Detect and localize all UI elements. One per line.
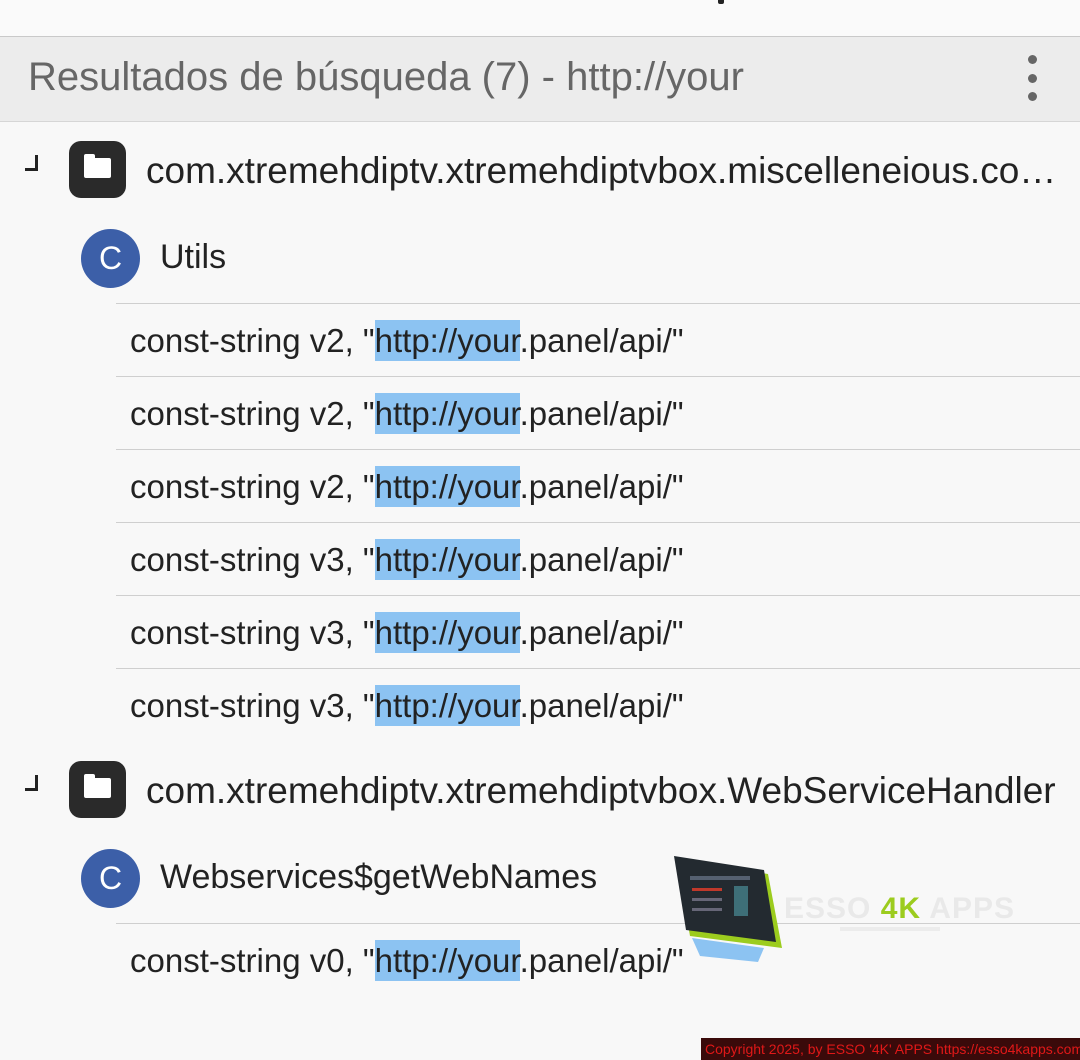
result-row[interactable]: const-string v3, "http://your.panel/api/…	[116, 595, 1080, 668]
kebab-dot	[1027, 73, 1037, 83]
class-badge-icon: C	[81, 849, 140, 908]
match-highlight: http://your	[374, 320, 520, 361]
match-highlight: http://your	[374, 685, 520, 726]
collapse-corner-icon[interactable]	[25, 775, 38, 791]
result-text: const-string v0, "http://your.panel/api/…	[130, 940, 684, 981]
more-vertical-icon[interactable]	[1012, 55, 1052, 101]
result-row[interactable]: const-string v2, "http://your.panel/api/…	[116, 303, 1080, 376]
page-title: Resultados de búsqueda (7) - http://your	[28, 55, 744, 99]
result-text: const-string v2, "http://your.panel/api/…	[130, 320, 684, 361]
kebab-dot	[1027, 55, 1037, 64]
cut-off-glyph	[718, 0, 724, 4]
watermark-brand: ESSO 4K APPS	[784, 892, 1015, 925]
match-highlight: http://your	[374, 940, 520, 981]
result-text: const-string v3, "http://your.panel/api/…	[130, 539, 684, 580]
package-row[interactable]: com.xtremehdiptv.xtremehdiptvbox.miscell…	[0, 124, 1080, 214]
result-row[interactable]: const-string v2, "http://your.panel/api/…	[116, 449, 1080, 522]
search-results-header: Resultados de búsqueda (7) - http://your	[0, 37, 1080, 122]
watermark-underline	[840, 927, 940, 931]
copyright-banner: Copyright 2025, by ESSO '4K' APPS https:…	[701, 1038, 1080, 1060]
result-row[interactable]: const-string v3, "http://your.panel/api/…	[116, 522, 1080, 595]
result-row[interactable]: const-string v3, "http://your.panel/api/…	[116, 668, 1080, 741]
result-text: const-string v2, "http://your.panel/api/…	[130, 466, 684, 507]
result-row[interactable]: const-string v0, "http://your.panel/api/…	[116, 923, 1080, 996]
result-row[interactable]: const-string v2, "http://your.panel/api/…	[116, 376, 1080, 449]
package-name: com.xtremehdiptv.xtremehdiptvbox.miscell…	[146, 150, 1060, 191]
match-highlight: http://your	[374, 539, 520, 580]
kebab-dot	[1027, 92, 1037, 101]
class-badge-icon: C	[81, 229, 140, 288]
result-text: const-string v3, "http://your.panel/api/…	[130, 612, 684, 653]
result-text: const-string v3, "http://your.panel/api/…	[130, 685, 684, 726]
class-name: Webservices$getWebNames	[160, 858, 598, 896]
folder-icon	[69, 761, 126, 818]
package-row[interactable]: com.xtremehdiptv.xtremehdiptvbox.WebServ…	[0, 744, 1080, 834]
package-name: com.xtremehdiptv.xtremehdiptvbox.WebServ…	[146, 770, 1056, 811]
folder-icon	[69, 141, 126, 198]
top-strip-cutoff	[0, 0, 1080, 37]
result-text: const-string v2, "http://your.panel/api/…	[130, 393, 684, 434]
match-highlight: http://your	[374, 612, 520, 653]
match-highlight: http://your	[374, 393, 520, 434]
collapse-corner-icon[interactable]	[25, 155, 38, 171]
match-highlight: http://your	[374, 466, 520, 507]
class-row[interactable]: C Utils	[0, 218, 1080, 298]
class-name: Utils	[160, 238, 227, 276]
watermark-monitor-icon	[674, 856, 782, 962]
